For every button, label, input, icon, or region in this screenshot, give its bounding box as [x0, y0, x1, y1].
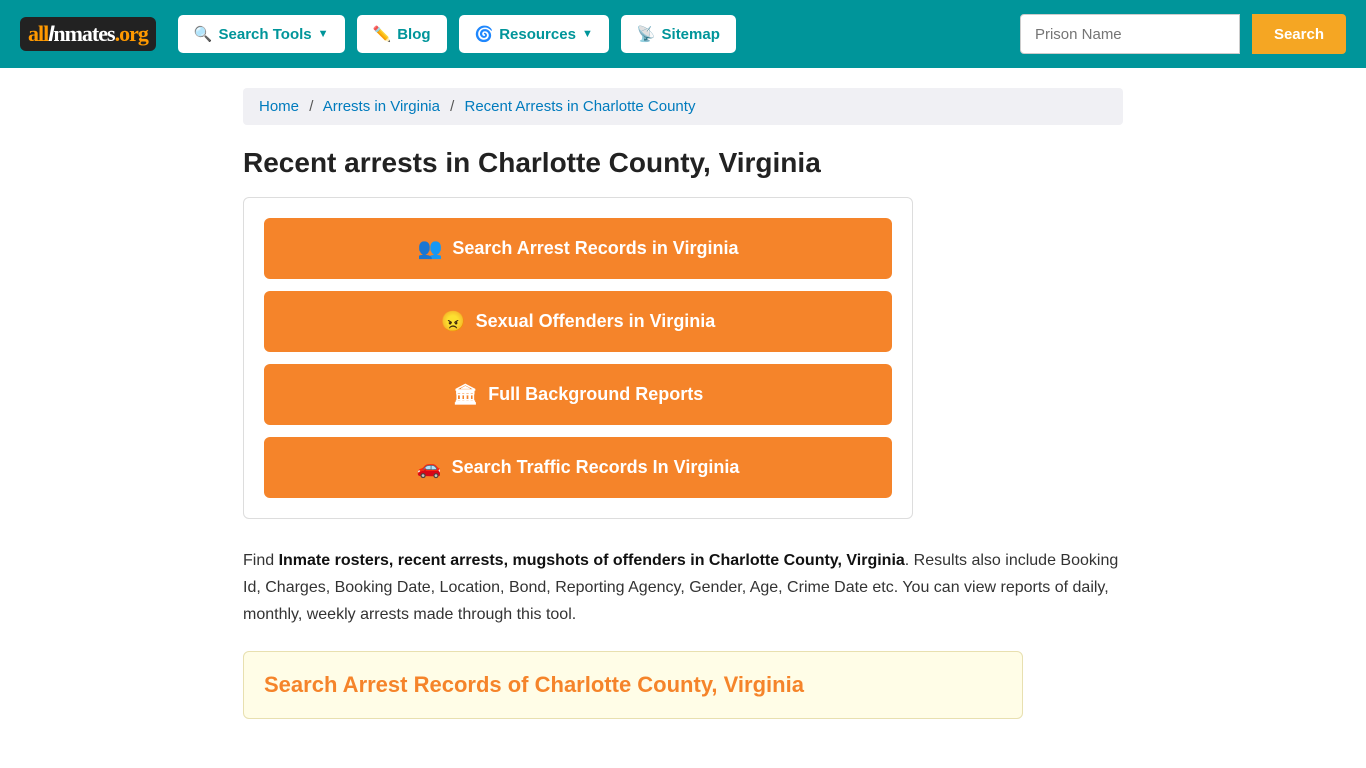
- offender-icon: 😠: [441, 309, 466, 334]
- blog-icon: ✏️: [373, 25, 392, 43]
- breadcrumb-sep-1: /: [309, 98, 313, 115]
- description-bold: Inmate rosters, recent arrests, mugshots…: [279, 552, 905, 569]
- prison-search-input[interactable]: [1020, 14, 1240, 54]
- car-icon: 🚗: [417, 455, 442, 480]
- resources-label: Resources: [499, 26, 576, 43]
- breadcrumb-home[interactable]: Home: [259, 98, 299, 115]
- blog-label: Blog: [397, 26, 430, 43]
- action-buttons-card: 👥 Search Arrest Records in Virginia 😠 Se…: [243, 197, 913, 519]
- search-section: Search Arrest Records of Charlotte Count…: [243, 651, 1023, 719]
- sitemap-label: Sitemap: [662, 26, 720, 43]
- resources-icon: 🌀: [475, 25, 494, 43]
- search-tools-icon: 🔍: [194, 25, 213, 43]
- search-section-title: Search Arrest Records of Charlotte Count…: [264, 672, 1002, 698]
- breadcrumb-arrests-virginia[interactable]: Arrests in Virginia: [323, 98, 440, 115]
- description-prefix: Find: [243, 552, 279, 569]
- breadcrumb-current: Recent Arrests in Charlotte County: [465, 98, 696, 115]
- sexual-offenders-button[interactable]: 😠 Sexual Offenders in Virginia: [264, 291, 892, 352]
- search-tools-label: Search Tools: [219, 26, 312, 43]
- background-reports-button[interactable]: 🏛 Full Background Reports: [264, 364, 892, 425]
- arrest-records-label: Search Arrest Records in Virginia: [452, 238, 738, 259]
- description-text: Find Inmate rosters, recent arrests, mug…: [243, 547, 1123, 629]
- sexual-offenders-label: Sexual Offenders in Virginia: [476, 311, 716, 332]
- logo[interactable]: allInmates.org: [20, 17, 156, 51]
- page-title: Recent arrests in Charlotte County, Virg…: [243, 147, 1123, 179]
- building-icon: 🏛: [453, 382, 478, 407]
- traffic-records-label: Search Traffic Records In Virginia: [452, 457, 740, 478]
- sitemap-button[interactable]: 📡 Sitemap: [621, 15, 736, 53]
- prison-search-button[interactable]: Search: [1252, 14, 1346, 54]
- main-content: Home / Arrests in Virginia / Recent Arre…: [223, 68, 1143, 759]
- site-header: allInmates.org 🔍 Search Tools ▼ ✏️ Blog …: [0, 0, 1366, 68]
- background-reports-label: Full Background Reports: [488, 384, 703, 405]
- breadcrumb: Home / Arrests in Virginia / Recent Arre…: [243, 88, 1123, 125]
- resources-button[interactable]: 🌀 Resources ▼: [459, 15, 609, 53]
- traffic-records-button[interactable]: 🚗 Search Traffic Records In Virginia: [264, 437, 892, 498]
- search-tools-button[interactable]: 🔍 Search Tools ▼: [178, 15, 345, 53]
- arrest-records-button[interactable]: 👥 Search Arrest Records in Virginia: [264, 218, 892, 279]
- blog-button[interactable]: ✏️ Blog: [357, 15, 447, 53]
- people-icon: 👥: [417, 236, 442, 261]
- chevron-down-icon-2: ▼: [582, 28, 593, 40]
- breadcrumb-sep-2: /: [450, 98, 454, 115]
- chevron-down-icon: ▼: [318, 28, 329, 40]
- sitemap-icon: 📡: [637, 25, 656, 43]
